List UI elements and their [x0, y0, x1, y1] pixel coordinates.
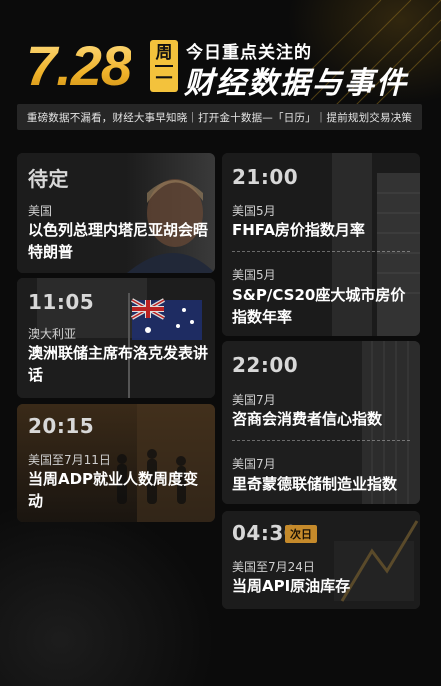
weekday-badge: 周 一	[150, 40, 178, 92]
subtitle-bar: 重磅数据不漏看，财经大事早知晓｜打开金十数据—「日历」｜提前规划交易决策	[17, 104, 422, 130]
event-title: 当周API原油库存	[232, 577, 351, 595]
event-title: S&P/CS20座大城市房价指数年率	[232, 286, 406, 326]
event-region: 美国7月	[232, 393, 276, 407]
weekday-top: 周	[155, 43, 173, 63]
event-title: 当周ADP就业人数周度变动	[28, 470, 199, 510]
event-time: 22:00	[232, 353, 299, 377]
event-region: 美国至7月11日	[28, 453, 111, 467]
event-title: 咨商会消费者信心指数	[232, 410, 383, 428]
event-title: 以色列总理内塔尼亚胡会晤特朗普	[28, 221, 209, 261]
divider	[232, 251, 410, 252]
event-time: 21:00	[232, 165, 299, 189]
event-card-1105: 11:05 澳大利亚 澳洲联储主席布洛克发表讲话	[17, 278, 215, 398]
event-time: 11:05	[28, 290, 95, 314]
weekday-divider	[155, 65, 173, 67]
event-region: 美国	[28, 204, 53, 218]
date-title: 7.28	[26, 34, 132, 97]
event-region: 澳大利亚	[28, 327, 77, 341]
event-title: 里奇蒙德联储制造业指数	[232, 475, 398, 493]
event-time: 20:15	[28, 414, 95, 438]
event-card-tbd: 待定 美国 以色列总理内塔尼亚胡会晤特朗普	[17, 153, 215, 273]
event-region: 美国至7月24日	[232, 560, 315, 574]
event-region: 美国5月	[232, 268, 276, 282]
event-region: 美国5月	[232, 204, 276, 218]
next-day-badge: 次日	[285, 525, 317, 543]
event-card-2015: 20:15 美国至7月11日 当周ADP就业人数周度变动	[17, 404, 215, 522]
divider	[232, 440, 410, 441]
weekday-bottom: 一	[155, 69, 173, 89]
title-big: 财经数据与事件	[184, 66, 408, 101]
header: 7.28 周 一 今日重点关注的 财经数据与事件	[26, 34, 426, 101]
event-title: FHFA房价指数月率	[232, 221, 365, 239]
event-card-2100: 21:00 美国5月 FHFA房价指数月率 美国5月 S&P/CS20座大城市房…	[222, 153, 420, 336]
event-time: 待定	[28, 167, 69, 191]
event-region: 美国7月	[232, 457, 276, 471]
event-card-0430: 04:30 次日 美国至7月24日 当周API原油库存	[222, 511, 420, 609]
event-card-2200: 22:00 美国7月 咨商会消费者信心指数 美国7月 里奇蒙德联储制造业指数	[222, 341, 420, 504]
event-title: 澳洲联储主席布洛克发表讲话	[28, 344, 209, 384]
